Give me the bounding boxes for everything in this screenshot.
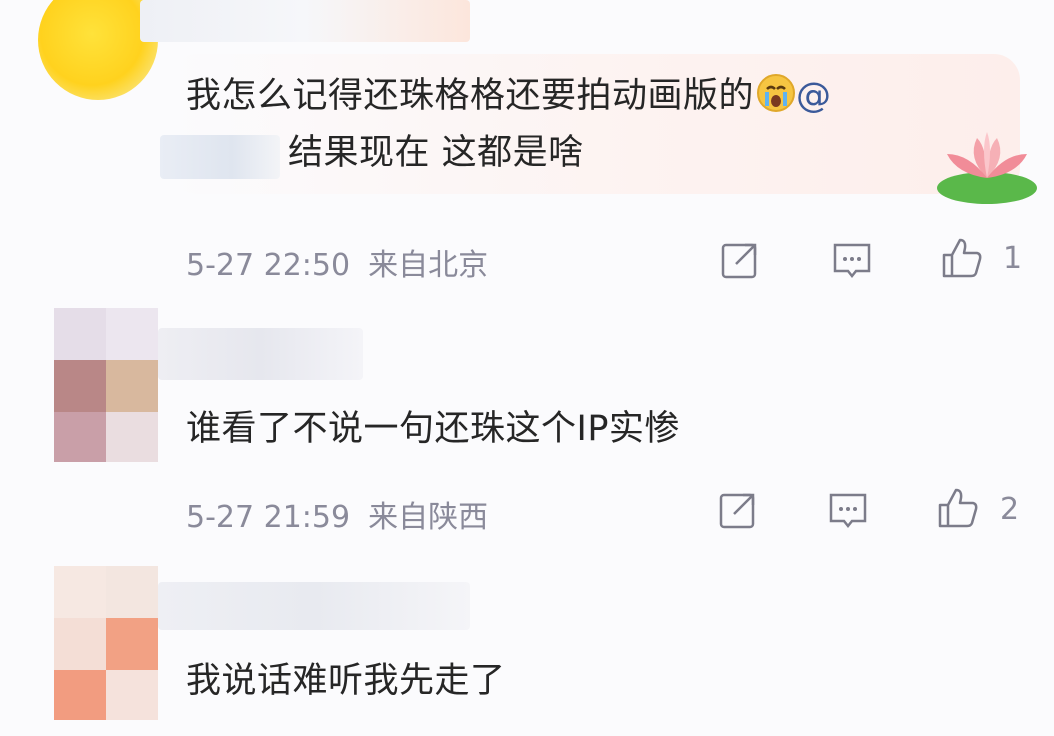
username-blurred[interactable]	[140, 0, 470, 42]
share-button[interactable]	[718, 238, 762, 282]
comment-button[interactable]	[826, 488, 870, 532]
comment-3: 我说话难听我先走了	[0, 560, 1054, 736]
comment-meta: 5-27 22:50 来自北京	[186, 240, 488, 284]
comment-icon	[829, 493, 867, 529]
timestamp: 5-27 22:50	[186, 248, 351, 283]
thumbs-up-icon	[942, 238, 982, 278]
share-button[interactable]	[716, 488, 760, 532]
comment-text: 我怎么记得还珠格格还要拍动画版的	[186, 76, 755, 116]
mention-at[interactable]: @	[796, 76, 832, 116]
comment-meta: 5-27 21:59 来自陕西	[186, 492, 488, 536]
lotus-icon	[935, 126, 1045, 214]
like-count: 2	[1000, 492, 1020, 527]
location: 来自陕西	[368, 500, 489, 535]
thumbs-up-icon	[938, 488, 978, 528]
comment-2: 谁看了不说一句还珠这个IP实惨 5-27 21:59 来自陕西 2	[0, 300, 1054, 560]
avatar[interactable]	[54, 566, 158, 720]
like-count: 1	[1003, 241, 1023, 276]
like-button[interactable]	[936, 486, 980, 530]
comment-icon	[833, 243, 871, 279]
share-icon	[721, 243, 757, 279]
comment-text-line2: 结果现在 这都是啥	[288, 133, 584, 173]
timestamp: 5-27 21:59	[186, 500, 351, 535]
username-blurred[interactable]	[158, 582, 470, 630]
comment-text: 谁看了不说一句还珠这个IP实惨	[186, 409, 680, 449]
username-blurred[interactable]	[158, 328, 363, 380]
avatar[interactable]	[54, 308, 158, 462]
like-button[interactable]	[940, 236, 984, 280]
location: 来自北京	[368, 248, 489, 283]
mention-blurred[interactable]	[160, 135, 280, 179]
comment-button[interactable]	[830, 238, 874, 282]
comment-text-line1: 我怎么记得还珠格格还要拍动画版的 @	[186, 67, 832, 131]
crying-face-icon	[756, 73, 796, 131]
share-icon	[719, 493, 755, 529]
comment-1: 我怎么记得还珠格格还要拍动画版的 @ 结果现在 这都是啥 5-27 22:50 来…	[0, 0, 1054, 300]
comment-text: 我说话难听我先走了	[186, 661, 506, 701]
